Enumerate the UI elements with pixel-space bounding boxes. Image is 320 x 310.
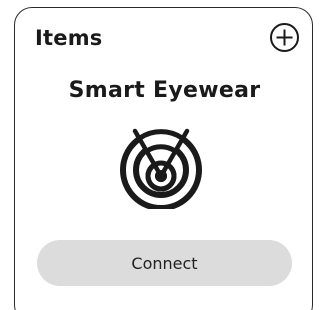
target-signal-icon — [120, 125, 202, 209]
card-title: Items — [35, 26, 103, 50]
items-card: Items Smart Eyewear Connect — [14, 7, 313, 310]
connect-button-label: Connect — [131, 253, 198, 273]
device-name: Smart Eyewear — [68, 78, 261, 103]
add-item-button[interactable] — [269, 22, 300, 53]
plus-circle-icon — [270, 23, 299, 52]
connect-button[interactable]: Connect — [37, 240, 292, 286]
